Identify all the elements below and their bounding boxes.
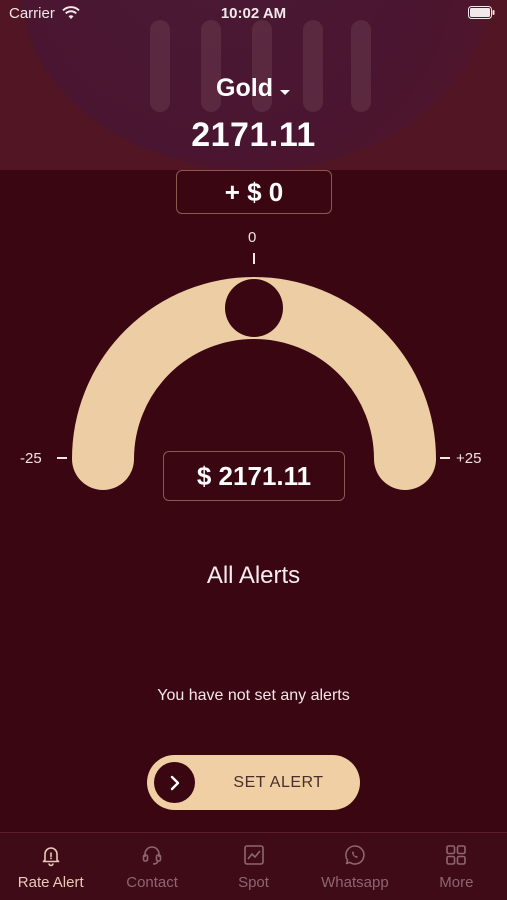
chart-icon	[242, 843, 266, 867]
gauge-slider-knob[interactable]	[225, 279, 283, 337]
tab-label: Contact	[126, 874, 178, 891]
tab-more[interactable]: More	[406, 833, 507, 900]
whatsapp-icon	[343, 843, 367, 867]
tab-label: Whatsapp	[321, 874, 389, 891]
grid-icon	[444, 843, 468, 867]
tab-contact[interactable]: Contact	[101, 833, 202, 900]
tab-bar: Rate Alert Contact Spot Whatsapp More	[0, 832, 507, 900]
set-alert-label: SET ALERT	[233, 774, 324, 791]
alerts-heading: All Alerts	[206, 562, 301, 589]
bell-icon	[39, 843, 63, 867]
tab-whatsapp[interactable]: Whatsapp	[304, 833, 405, 900]
tab-label: Spot	[238, 874, 269, 891]
tab-label: More	[439, 874, 474, 891]
empty-alerts-message: You have not set any alerts	[157, 687, 350, 704]
target-price-display: $ 2171.11	[163, 451, 345, 501]
tab-label: Rate Alert	[17, 874, 84, 891]
tab-spot[interactable]: Spot	[203, 833, 304, 900]
headset-icon	[140, 843, 164, 867]
set-alert-button[interactable]: SET ALERT	[147, 755, 360, 810]
tab-rate-alert[interactable]: Rate Alert	[0, 833, 101, 900]
chevron-right-icon	[154, 762, 195, 803]
